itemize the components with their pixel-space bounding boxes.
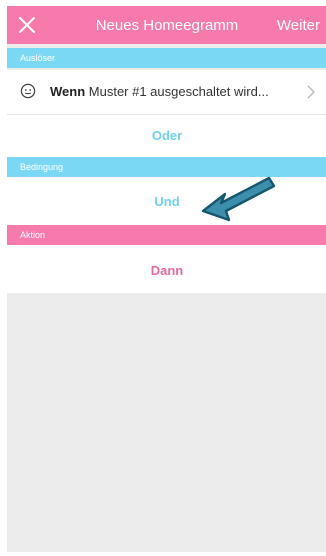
or-row: Oder bbox=[7, 115, 326, 157]
add-and-condition-button[interactable]: Und bbox=[7, 194, 326, 209]
trigger-item-text: Wenn Muster #1 ausgeschaltet wird... bbox=[50, 84, 269, 99]
add-then-action-button[interactable]: Dann bbox=[7, 263, 326, 278]
section-header-action: Aktion bbox=[7, 225, 326, 245]
nav-bar: Neues Homeegramm Weiter bbox=[7, 6, 326, 44]
smiley-icon bbox=[20, 83, 36, 99]
trigger-item-description: Muster #1 ausgeschaltet wird... bbox=[85, 84, 269, 99]
next-button[interactable]: Weiter bbox=[277, 17, 320, 34]
section-header-trigger: Auslöser bbox=[7, 48, 326, 68]
add-or-trigger-button[interactable]: Oder bbox=[7, 128, 326, 143]
trigger-item[interactable]: Wenn Muster #1 ausgeschaltet wird... bbox=[7, 70, 326, 114]
then-row: Dann bbox=[7, 245, 326, 293]
close-icon[interactable] bbox=[17, 15, 37, 35]
app-screen: Neues Homeegramm Weiter Auslöser Wenn Mu… bbox=[7, 6, 326, 552]
trigger-item-bold: Wenn bbox=[50, 84, 86, 99]
and-row: Und bbox=[7, 177, 326, 225]
section-header-condition: Bedingung bbox=[7, 157, 326, 177]
chevron-right-icon bbox=[307, 85, 315, 99]
